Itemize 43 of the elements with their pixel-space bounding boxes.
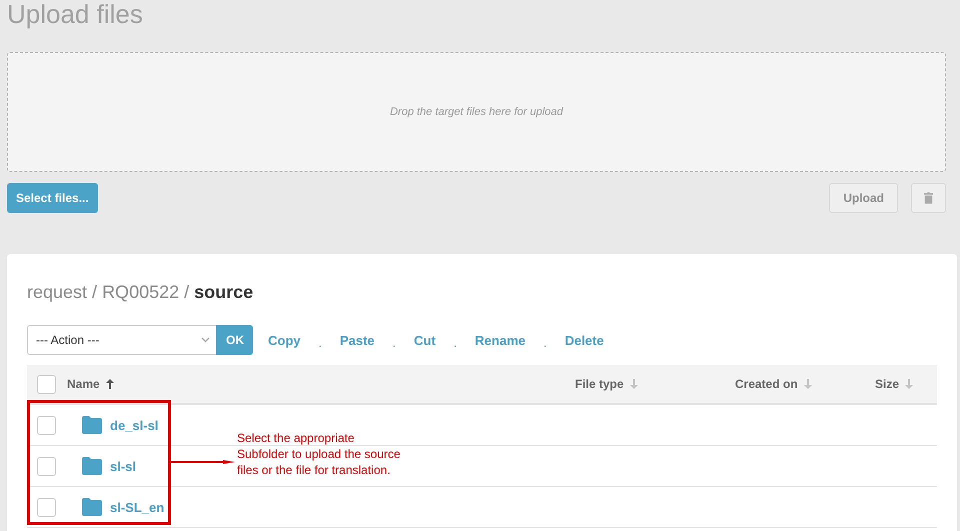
folder-icon	[82, 416, 102, 434]
column-header[interactable]: Size	[875, 377, 937, 391]
page-title: Upload files	[7, 0, 144, 31]
row-checkbox[interactable]	[37, 498, 56, 516]
row-checkbox[interactable]	[37, 416, 56, 434]
chevron-down-icon	[201, 337, 210, 343]
drop-zone[interactable]: Drop the target files here for upload	[7, 52, 946, 172]
column-header[interactable]: File type	[575, 377, 735, 391]
breadcrumb-item: source	[194, 282, 254, 302]
action-link[interactable]: Copy	[268, 332, 300, 348]
sort-up-arrow-icon[interactable]	[106, 379, 114, 389]
action-separator: .	[454, 336, 457, 350]
ok-button[interactable]: OK	[216, 325, 253, 355]
trash-button[interactable]	[911, 183, 946, 213]
breadcrumb-item[interactable]: request	[27, 282, 88, 302]
row-checkbox[interactable]	[37, 456, 56, 476]
folder-name-link[interactable]: sl-sl	[110, 458, 136, 474]
select-files-button[interactable]: Select files...	[7, 183, 98, 213]
column-header[interactable]: Name	[67, 377, 575, 391]
action-link[interactable]: Delete	[564, 332, 604, 348]
sort-down-arrow-icon[interactable]	[630, 379, 638, 389]
folder-name-link[interactable]: sl-SL_en	[110, 500, 164, 514]
breadcrumb-separator: /	[92, 282, 98, 302]
folder-icon	[82, 457, 102, 475]
column-header[interactable]: Created on	[735, 377, 875, 391]
sort-down-arrow-icon[interactable]	[905, 379, 914, 389]
action-link[interactable]: Cut	[414, 332, 436, 348]
annotation-text: Select the appropriate Subfolder to upload the source files or the file for translation.	[237, 430, 402, 478]
action-separator: .	[318, 336, 322, 350]
action-separator: .	[543, 336, 547, 350]
action-separator: .	[392, 336, 396, 350]
callout-arrow	[171, 457, 235, 467]
folder-name-link[interactable]: de_sl-sl	[110, 418, 158, 432]
breadcrumb-item[interactable]: RQ00522	[102, 282, 180, 302]
drop-zone-placeholder: Drop the target files here for upload	[390, 106, 564, 118]
trash-icon	[924, 191, 933, 205]
sort-down-arrow-icon[interactable]	[804, 379, 812, 389]
select-all-checkbox[interactable]	[37, 374, 56, 394]
folder-icon	[82, 498, 102, 516]
breadcrumb-separator: /	[184, 282, 190, 302]
action-select[interactable]: --- Action ---	[27, 325, 216, 355]
action-link[interactable]: Paste	[340, 332, 375, 348]
action-link[interactable]: Rename	[474, 332, 526, 348]
